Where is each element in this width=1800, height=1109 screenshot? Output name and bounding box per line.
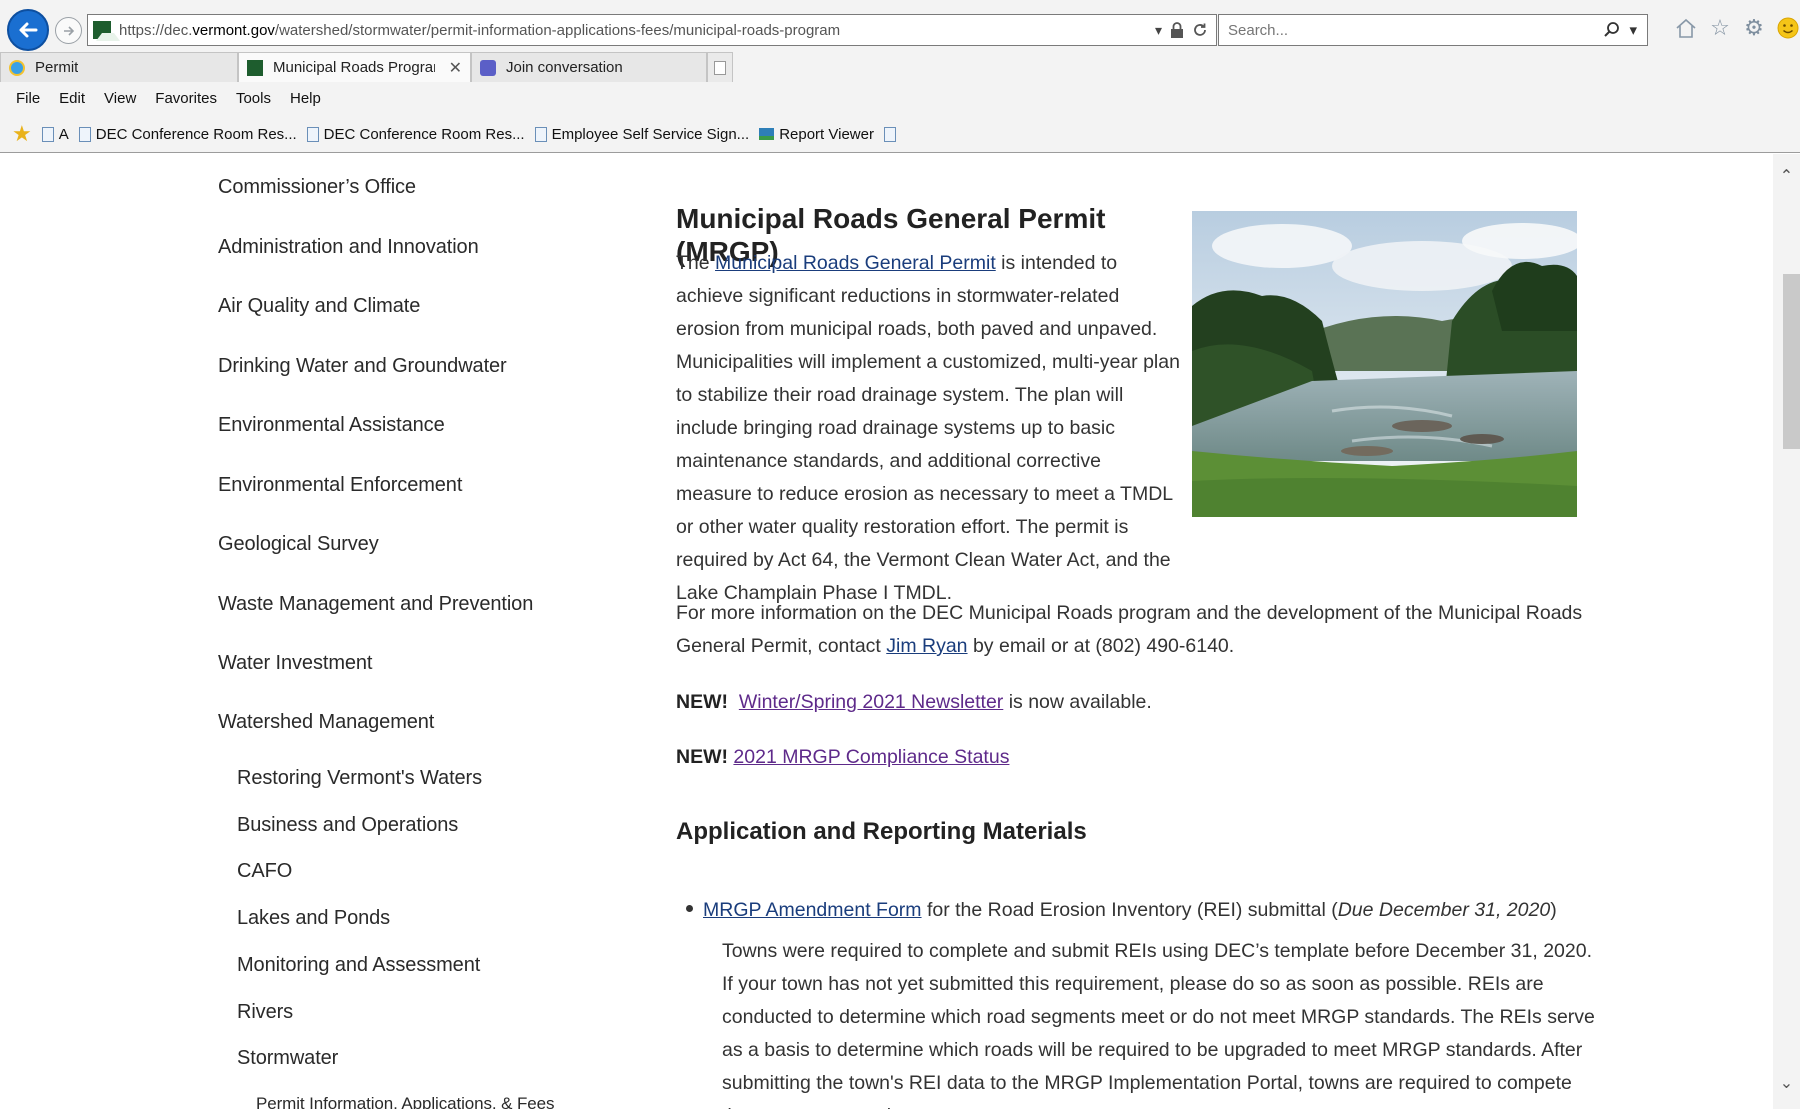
scrollbar-thumb[interactable] <box>1783 274 1800 449</box>
sidebar-item-geological-survey[interactable]: Geological Survey <box>218 533 379 556</box>
sidebar-item-air-quality[interactable]: Air Quality and Climate <box>218 295 420 318</box>
menu-file[interactable]: File <box>16 90 40 107</box>
menu-edit[interactable]: Edit <box>59 90 85 107</box>
favorite-link[interactable]: Employee Self Service Sign... <box>534 126 749 143</box>
page-icon <box>41 126 54 142</box>
page-icon <box>306 126 319 142</box>
page-icon <box>883 126 896 142</box>
search-box[interactable]: ▾ <box>1218 14 1648 46</box>
menu-tools[interactable]: Tools <box>236 90 271 107</box>
tab-permit[interactable]: Permit <box>0 52 238 82</box>
favorite-link[interactable]: DEC Conference Room Res... <box>306 126 525 143</box>
refresh-icon[interactable] <box>1192 22 1208 38</box>
smiley-feedback-icon[interactable] <box>1775 15 1800 41</box>
compliance-status-link[interactable]: 2021 MRGP Compliance Status <box>733 746 1009 768</box>
list-item: MRGP Amendment Form for the Road Erosion… <box>686 899 1557 922</box>
vertical-scrollbar[interactable]: ⌃ ⌄ <box>1773 154 1800 1109</box>
lock-icon[interactable] <box>1170 22 1184 38</box>
sidebar-item-watershed-management[interactable]: Watershed Management <box>218 711 434 734</box>
site-favicon-icon <box>93 21 120 41</box>
web-page: Commissioner’s Office Administration and… <box>0 154 1800 1109</box>
compliance-announcement: NEW! 2021 MRGP Compliance Status <box>676 746 1010 768</box>
sidebar-subitem-monitoring[interactable]: Monitoring and Assessment <box>237 954 480 977</box>
address-bar[interactable]: https://dec.vermont.gov/watershed/stormw… <box>87 14 1217 46</box>
gear-icon[interactable]: ⚙ <box>1741 15 1767 41</box>
menu-view[interactable]: View <box>104 90 136 107</box>
tab-join-conversation[interactable]: Join conversation <box>471 52 707 82</box>
sidebar-item-drinking-water[interactable]: Drinking Water and Groundwater <box>218 355 507 378</box>
river-landscape-image <box>1192 211 1577 517</box>
scroll-down-arrow-icon[interactable]: ⌄ <box>1773 1071 1800 1095</box>
sidebar-item-waste-management[interactable]: Waste Management and Prevention <box>218 593 533 616</box>
ie-page-icon <box>9 59 25 76</box>
new-tab-button[interactable] <box>707 52 733 82</box>
sidebar-subitem-cafo[interactable]: CAFO <box>237 860 292 883</box>
sidebar-item-environmental-enforcement[interactable]: Environmental Enforcement <box>218 474 462 497</box>
favorites-center-icon[interactable]: ★ <box>12 123 32 145</box>
sidebar-subitem-restoring-waters[interactable]: Restoring Vermont's Waters <box>237 767 482 790</box>
menu-bar: File Edit View Favorites Tools Help <box>0 84 321 112</box>
report-icon <box>759 128 775 140</box>
home-icon[interactable] <box>1673 15 1699 41</box>
sidebar-item-environmental-assistance[interactable]: Environmental Assistance <box>218 414 445 437</box>
tab-strip: Permit Municipal Roads Program | ... ✕ J… <box>0 52 733 82</box>
newsletter-announcement: NEW! Winter/Spring 2021 Newsletter is no… <box>676 691 1152 713</box>
sidebar-item-commissioners-office[interactable]: Commissioner’s Office <box>218 176 416 199</box>
page-icon <box>78 126 91 142</box>
new-tab-icon <box>714 60 726 75</box>
search-icon[interactable] <box>1603 21 1621 39</box>
sidebar-subitem-stormwater[interactable]: Stormwater <box>237 1047 338 1070</box>
favorite-link[interactable]: Report Viewer <box>759 126 874 143</box>
favorite-link[interactable]: DEC Conference Room Res... <box>78 126 297 143</box>
favorite-link[interactable] <box>883 126 896 142</box>
search-input[interactable] <box>1228 21 1604 39</box>
mrgp-amendment-form-link[interactable]: MRGP Amendment Form <box>703 899 922 921</box>
newsletter-link[interactable]: Winter/Spring 2021 Newsletter <box>739 691 1003 713</box>
favorites-bar: ★ A DEC Conference Room Res... DEC Confe… <box>0 120 896 148</box>
tab-municipal-roads[interactable]: Municipal Roads Program | ... ✕ <box>238 52 471 82</box>
browser-chrome: https://dec.vermont.gov/watershed/stormw… <box>0 0 1800 153</box>
search-dropdown-icon[interactable]: ▾ <box>1629 21 1637 39</box>
favorites-star-icon[interactable]: ☆ <box>1707 15 1733 41</box>
dropdown-arrow-icon[interactable]: ▾ <box>1155 22 1162 39</box>
back-button[interactable] <box>7 9 49 51</box>
sidebar-item-water-investment[interactable]: Water Investment <box>218 652 372 675</box>
menu-help[interactable]: Help <box>290 90 321 107</box>
sidebar-subitem-rivers[interactable]: Rivers <box>237 1001 293 1024</box>
rei-description: Towns were required to complete and subm… <box>722 940 1595 1109</box>
close-icon[interactable]: ✕ <box>449 58 462 78</box>
intro-paragraph: The Municipal Roads General Permit is in… <box>676 252 1180 604</box>
teams-icon <box>480 59 496 76</box>
back-arrow-icon <box>19 22 38 38</box>
contact-paragraph: For more information on the DEC Municipa… <box>676 602 1583 657</box>
section-title: Application and Reporting Materials <box>676 818 1087 845</box>
bullet-icon <box>686 905 693 913</box>
sidebar-subitem-business-operations[interactable]: Business and Operations <box>237 814 458 837</box>
municipal-roads-general-permit-link[interactable]: Municipal Roads General Permit <box>715 252 996 274</box>
dec-favicon-icon <box>247 59 263 76</box>
sidebar-subitem-lakes-ponds[interactable]: Lakes and Ponds <box>237 907 390 930</box>
forward-button[interactable] <box>55 17 82 44</box>
url-text[interactable]: https://dec.vermont.gov/watershed/stormw… <box>119 22 1155 39</box>
sidebar-subsubitem-permit-information[interactable]: Permit Information, Applications, & Fees <box>256 1094 554 1109</box>
favorite-link[interactable]: A <box>41 126 69 143</box>
jim-ryan-email-link[interactable]: Jim Ryan <box>886 635 967 657</box>
sidebar-item-administration[interactable]: Administration and Innovation <box>218 236 479 259</box>
forward-arrow-icon <box>63 25 74 36</box>
menu-favorites[interactable]: Favorites <box>155 90 217 107</box>
scroll-up-arrow-icon[interactable]: ⌃ <box>1773 164 1800 188</box>
page-icon <box>534 126 547 142</box>
